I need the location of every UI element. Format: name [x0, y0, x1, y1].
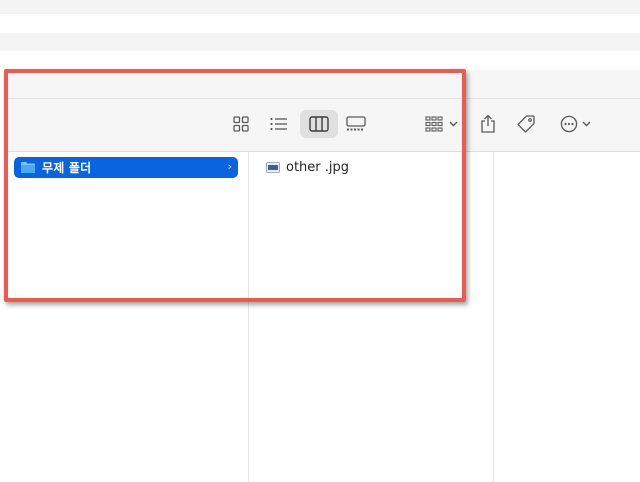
- grid-icon: [233, 116, 249, 132]
- folder-icon: [21, 162, 35, 173]
- gallery-view-button[interactable]: [342, 110, 370, 138]
- window-titlebar[interactable]: [4, 70, 640, 99]
- gallery-icon: [346, 116, 366, 131]
- chevron-down-icon: [449, 121, 457, 127]
- group-grid-icon: [424, 116, 443, 132]
- share-button[interactable]: [476, 110, 500, 138]
- list-item-folder-selected[interactable]: 무제 폴더 ›: [14, 157, 238, 178]
- finder-toolbar: [4, 99, 640, 152]
- background-stripe-2: [0, 33, 640, 51]
- list-icon: [270, 117, 287, 131]
- file-name: other .jpg: [286, 160, 350, 175]
- image-file-icon: [266, 162, 280, 173]
- background-stripe-1: [0, 0, 640, 14]
- chevron-down-icon: [582, 121, 590, 127]
- list-item-file[interactable]: other .jpg: [266, 157, 349, 178]
- chevron-right-icon: ›: [227, 160, 232, 173]
- share-icon: [481, 114, 495, 133]
- columns-icon: [309, 116, 329, 132]
- ellipsis-circle-icon: [560, 115, 577, 133]
- list-view-button[interactable]: [266, 110, 292, 138]
- column-divider[interactable]: [248, 152, 249, 482]
- tag-icon: [517, 115, 535, 133]
- tag-button[interactable]: [512, 110, 540, 138]
- icon-view-button[interactable]: [228, 110, 254, 138]
- more-button[interactable]: [556, 110, 594, 138]
- column-divider[interactable]: [493, 152, 494, 482]
- finder-window: 무제 폴더 › other .jpg: [4, 70, 640, 482]
- folder-name: 무제 폴더: [42, 161, 92, 175]
- group-button[interactable]: [420, 110, 462, 138]
- column-view-button[interactable]: [300, 110, 338, 138]
- column-browser: 무제 폴더 › other .jpg: [4, 152, 640, 482]
